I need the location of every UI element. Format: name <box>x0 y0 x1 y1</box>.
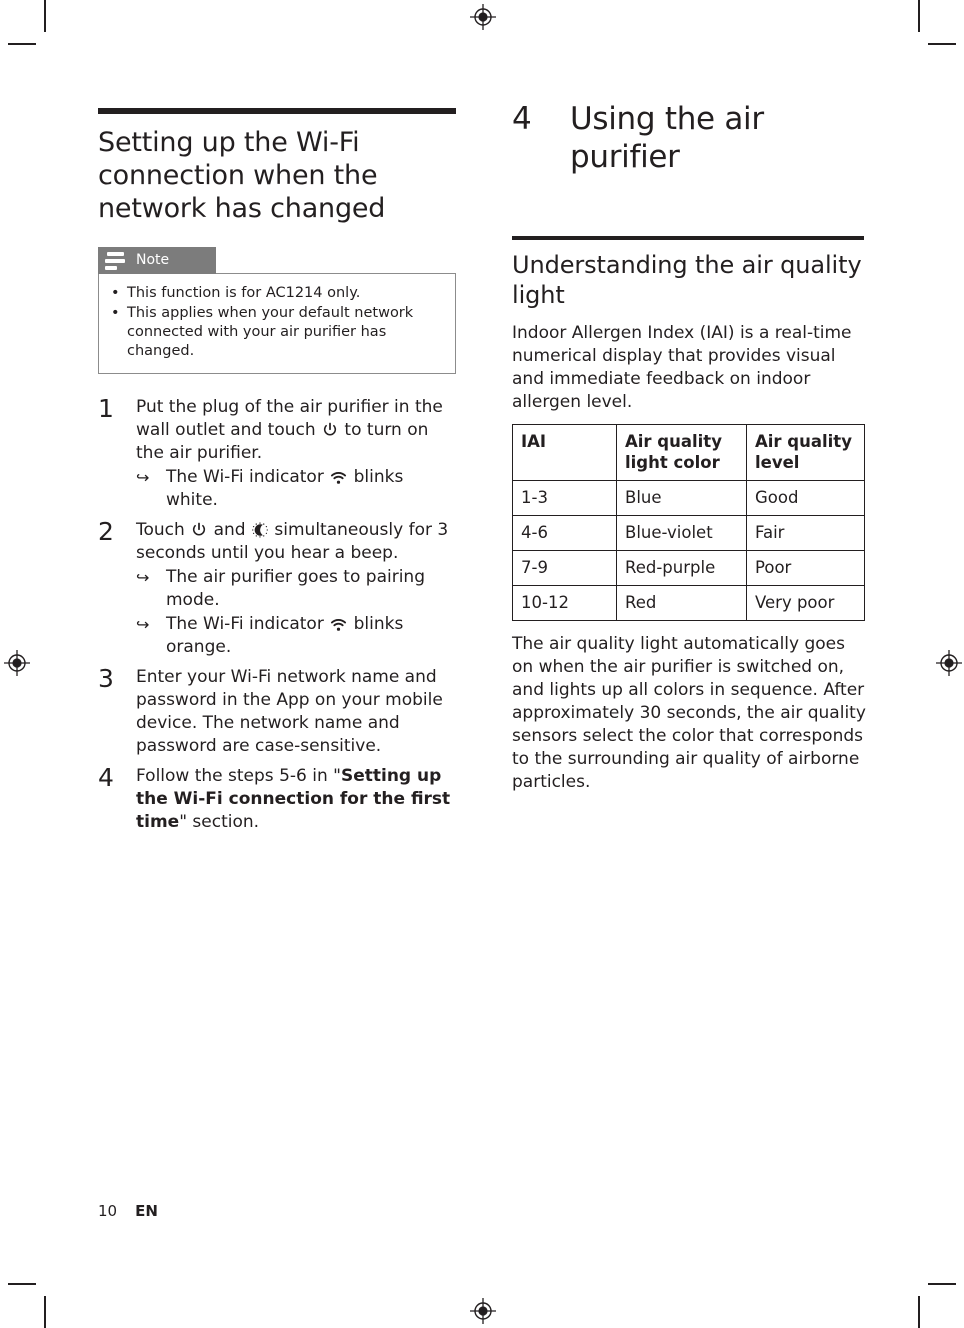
wifi-icon <box>331 619 347 631</box>
note-label: Note <box>136 252 170 268</box>
right-section-title: Understanding the air quality light <box>512 251 862 309</box>
step-text-prefix: Follow the steps 5-6 in " <box>136 766 341 786</box>
section-rule-left <box>98 108 456 114</box>
note-item-text: This applies when your default network c… <box>127 305 414 359</box>
table-row: 10-12 Red Very poor <box>512 585 865 621</box>
substep-text: The air purifier goes to pairing mode. <box>166 567 425 610</box>
chapter-title: Using the air purifier <box>570 101 764 175</box>
substep-item: ↪ The Wi-Fi indicator blinks white. <box>136 466 456 512</box>
substep-text-before: The Wi-Fi indicator <box>166 614 330 634</box>
table-header-row: IAI Air quality light color Air quality … <box>512 424 865 481</box>
substep-text: The Wi-Fi indicator blinks orange. <box>166 613 456 659</box>
page-language: EN <box>135 1202 158 1220</box>
wifi-icon <box>331 472 347 484</box>
table-cell-level: Poor <box>746 550 865 586</box>
table-cell-iai: 7-9 <box>512 550 617 586</box>
table-cell-color: Blue <box>616 480 747 516</box>
table-cell-iai: 4-6 <box>512 515 617 551</box>
night-mode-moon-icon <box>252 522 268 538</box>
closing-paragraph: The air quality light automatically goes… <box>512 634 866 792</box>
step-number: 4 <box>98 763 114 792</box>
step-body: Enter your Wi-Fi network name and passwo… <box>136 667 443 756</box>
page-number: 10 <box>98 1202 118 1220</box>
chapter-number: 4 <box>512 101 532 137</box>
intro-paragraph: Indoor Allergen Index (IAI) is a real-ti… <box>512 323 852 412</box>
page-footer: 10 EN <box>98 1202 158 1220</box>
note-body: • This function is for AC1214 only. • Th… <box>98 273 456 374</box>
table-header-cell: Air quality light color <box>616 424 747 481</box>
substep-text: The Wi-Fi indicator blinks white. <box>166 466 456 512</box>
step-body: Put the plug of the air purifier in the … <box>136 396 456 512</box>
table-cell-color: Red-purple <box>616 550 747 586</box>
left-column: Setting up the Wi-Fi connection when the… <box>98 108 456 841</box>
substep-text-before: The Wi-Fi indicator <box>166 467 330 487</box>
step-body: Touch and simultaneously for 3 seconds u… <box>136 519 456 659</box>
procedure-steps: 1 Put the plug of the air purifier in th… <box>98 396 456 834</box>
note-bullet-icon: • <box>111 305 120 321</box>
step-text-middle: and <box>208 520 251 540</box>
step-number: 1 <box>98 394 114 423</box>
right-column: 4 Using the air purifier Understanding t… <box>512 100 870 794</box>
note-list-item: • This applies when your default network… <box>111 304 443 361</box>
substep-item: ↪ The Wi-Fi indicator blinks orange. <box>136 613 456 659</box>
table-cell-level: Fair <box>746 515 865 551</box>
step-number: 3 <box>98 664 114 693</box>
step-item: 4 Follow the steps 5-6 in "Setting up th… <box>98 765 456 834</box>
table-header-cell: IAI <box>512 424 617 481</box>
step-item: 1 Put the plug of the air purifier in th… <box>98 396 456 512</box>
table-cell-iai: 10-12 <box>512 585 617 621</box>
note-box: Note • This function is for AC1214 only.… <box>98 247 456 374</box>
document-page: Setting up the Wi-Fi connection when the… <box>0 0 964 1328</box>
substep-arrow-icon: ↪ <box>136 568 150 587</box>
step-text-suffix: " section. <box>179 812 260 832</box>
table-cell-color: Red <box>616 585 747 621</box>
substep-arrow-icon: ↪ <box>136 468 150 487</box>
step-item: 3 Enter your Wi-Fi network name and pass… <box>98 666 456 758</box>
power-icon <box>323 422 337 436</box>
table-row: 7-9 Red-purple Poor <box>512 550 865 586</box>
step-body: Follow the steps 5-6 in "Setting up the … <box>136 765 456 834</box>
step-item: 2 Touch and simultaneously for 3 seconds… <box>98 519 456 659</box>
substep-arrow-icon: ↪ <box>136 615 150 634</box>
table-cell-color: Blue-violet <box>616 515 747 551</box>
chapter-heading: 4 Using the air purifier <box>512 100 870 176</box>
power-icon <box>193 522 206 536</box>
section-rule-right <box>512 236 864 240</box>
substep-item: ↪ The air purifier goes to pairing mode. <box>136 566 456 612</box>
note-item-text: This function is for AC1214 only. <box>127 285 361 301</box>
note-list-item: • This function is for AC1214 only. <box>111 284 443 303</box>
table-header-cell: Air quality level <box>746 424 865 481</box>
note-lines-icon <box>98 247 126 274</box>
table-row: 4-6 Blue-violet Fair <box>512 515 865 551</box>
note-tab-header: Note <box>98 247 216 274</box>
iai-table: IAI Air quality light color Air quality … <box>512 424 865 621</box>
step-text-before: Touch <box>136 520 191 540</box>
table-cell-level: Good <box>746 480 865 516</box>
note-bullet-icon: • <box>111 285 120 301</box>
table-cell-iai: 1-3 <box>512 480 617 516</box>
table-row: 1-3 Blue Good <box>512 480 865 516</box>
step-number: 2 <box>98 517 114 546</box>
left-section-title: Setting up the Wi-Fi connection when the… <box>98 127 386 224</box>
table-cell-level: Very poor <box>746 585 865 621</box>
chapter-spacer <box>512 176 870 236</box>
